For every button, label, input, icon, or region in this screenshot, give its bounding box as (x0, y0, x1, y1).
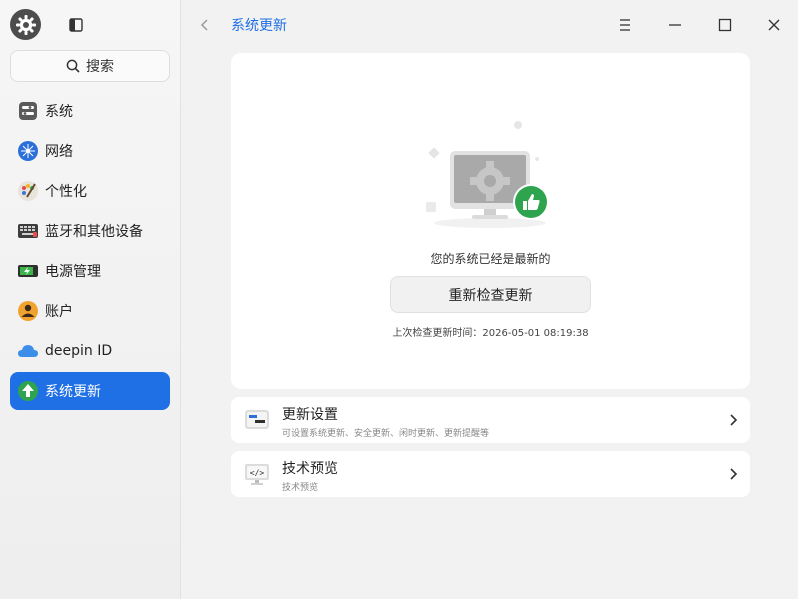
sidebar-item-network[interactable]: 网络 (10, 132, 170, 170)
minimize-button[interactable] (665, 15, 685, 35)
sidebar-nav: 系统 网络 个性化 蓝牙和其他设备 电源管理 账户 deepin ID 系统更新 (10, 92, 170, 412)
sidebar-item-label: deepin ID (45, 343, 113, 359)
close-icon (768, 19, 780, 31)
update-settings-row[interactable]: 更新设置 可设置系统更新、安全更新、闲时更新、更新提醒等 (231, 397, 750, 443)
search-icon (66, 59, 80, 73)
sidebar-item-system[interactable]: 系统 (10, 92, 170, 130)
page-title: 系统更新 (231, 18, 287, 34)
sidebar-item-label: 个性化 (45, 184, 87, 200)
row-title: 技术预览 (282, 461, 338, 477)
sidebar: 搜索 系统 网络 个性化 蓝牙和其他设备 电源管理 账户 deepin ID 系… (0, 0, 181, 599)
sidebar-item-label: 网络 (45, 144, 73, 160)
tech-preview-icon: </> (245, 464, 269, 485)
account-icon (17, 300, 39, 322)
sidebar-item-label: 蓝牙和其他设备 (45, 224, 143, 240)
control-center-window: 搜索 系统 网络 个性化 蓝牙和其他设备 电源管理 账户 deepin ID 系… (0, 0, 798, 599)
sidebar-item-deepin-id[interactable]: deepin ID (10, 332, 170, 370)
system-icon (17, 100, 39, 122)
sidebar-item-power[interactable]: 电源管理 (10, 252, 170, 290)
row-subtitle: 可设置系统更新、安全更新、闲时更新、更新提醒等 (282, 429, 490, 439)
status-message: 您的系统已经是最新的 (430, 252, 551, 266)
sidebar-item-label: 系统 (45, 104, 73, 120)
menu-button[interactable] (615, 15, 635, 35)
power-icon (17, 260, 39, 282)
sidebar-item-label: 系统更新 (45, 384, 101, 400)
titlebar: 系统更新 (181, 0, 798, 50)
close-button[interactable] (764, 15, 784, 35)
last-check-time: 上次检查更新时间：2026-05-01 08:19:38 (392, 328, 589, 339)
search-input[interactable]: 搜索 (10, 50, 170, 82)
sidebar-item-system-update[interactable]: 系统更新 (10, 372, 170, 410)
row-subtitle: 技术预览 (282, 483, 319, 493)
maximize-icon (718, 18, 732, 32)
sidebar-item-label: 账户 (45, 304, 73, 320)
back-button[interactable] (198, 16, 212, 34)
sidebar-item-account[interactable]: 账户 (10, 292, 170, 330)
sidebar-item-label: 电源管理 (45, 264, 101, 280)
network-icon (17, 140, 39, 162)
bluetooth-devices-icon (17, 220, 39, 242)
maximize-button[interactable] (715, 15, 735, 35)
tech-preview-row[interactable]: </> 技术预览 技术预览 (231, 451, 750, 497)
update-icon (17, 380, 39, 402)
cloud-icon (17, 340, 39, 362)
hamburger-menu-icon (620, 19, 630, 31)
chevron-right-icon (730, 414, 738, 426)
settings-gear-icon[interactable] (10, 9, 41, 40)
sidebar-item-personalization[interactable]: 个性化 (10, 172, 170, 210)
chevron-right-icon (730, 468, 738, 480)
chevron-left-icon (200, 19, 208, 31)
row-title: 更新设置 (282, 407, 338, 423)
search-placeholder: 搜索 (86, 59, 114, 75)
up-to-date-illustration-icon (426, 121, 549, 228)
check-updates-button[interactable]: 重新检查更新 (390, 276, 591, 313)
svg-text:</>: </> (250, 469, 265, 478)
sidebar-item-bluetooth[interactable]: 蓝牙和其他设备 (10, 212, 170, 250)
personalization-icon (17, 180, 39, 202)
minimize-icon (669, 24, 681, 26)
sidebar-toggle-icon[interactable] (69, 17, 83, 32)
update-settings-icon (245, 410, 269, 429)
update-status-card: 您的系统已经是最新的 重新检查更新 上次检查更新时间：2026-05-01 08… (231, 53, 750, 389)
